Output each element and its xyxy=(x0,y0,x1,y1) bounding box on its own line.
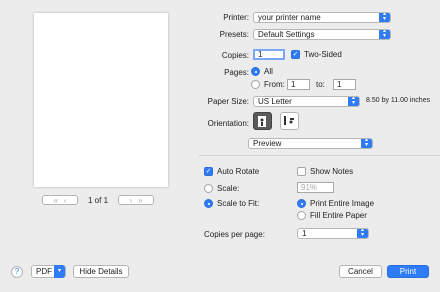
print-entire-image-option[interactable]: Print Entire Image xyxy=(297,199,374,208)
orientation-portrait-button[interactable] xyxy=(253,112,272,130)
copies-label: Copies: xyxy=(221,51,249,60)
next-last-page-group: › » xyxy=(118,195,155,205)
first-page-icon[interactable]: « xyxy=(53,196,57,205)
page-preview xyxy=(34,13,168,187)
page-navigation: « ‹ 1 of 1 › » xyxy=(42,194,162,206)
printer-label: Printer: xyxy=(223,13,249,22)
hide-details-label: Hide Details xyxy=(79,267,123,276)
print-button[interactable]: Print xyxy=(387,265,429,278)
fill-entire-paper-radio[interactable] xyxy=(297,211,306,220)
fill-entire-paper-option[interactable]: Fill Entire Paper xyxy=(297,211,367,220)
printer-value: your printer name xyxy=(258,13,321,22)
cancel-button[interactable]: Cancel xyxy=(339,265,382,278)
pages-from-field[interactable]: 1 xyxy=(287,79,310,90)
fill-entire-paper-label: Fill Entire Paper xyxy=(310,211,367,220)
pages-all-label: All xyxy=(264,67,273,76)
pages-to-value: 1 xyxy=(337,80,342,89)
paper-size-select[interactable]: US Letter ▴ ▾ xyxy=(253,96,360,107)
chevron-down-icon: ▾ xyxy=(54,265,65,278)
auto-rotate-option[interactable]: ✓ Auto Rotate xyxy=(204,167,259,176)
pages-to-field[interactable]: 1 xyxy=(333,79,356,90)
section-stepper-icon: ▴ ▾ xyxy=(361,139,372,148)
scale-radio[interactable] xyxy=(204,184,213,193)
pdf-label: PDF xyxy=(36,267,52,276)
presets-value: Default Settings xyxy=(258,30,315,39)
copies-per-page-value: 1 xyxy=(302,229,307,238)
pages-from-value: 1 xyxy=(291,80,296,89)
copies-field[interactable]: 1 xyxy=(253,49,285,60)
scale-label: Scale: xyxy=(217,184,240,193)
pages-label: Pages: xyxy=(224,68,249,77)
two-sided-option[interactable]: ✓ Two-Sided xyxy=(291,50,342,59)
show-notes-label: Show Notes xyxy=(310,167,354,176)
paper-dimensions: 8.50 by 11.00 inches xyxy=(366,97,431,104)
pages-to-label: to: xyxy=(316,80,325,89)
copies-value: 1 xyxy=(258,50,263,59)
help-icon: ? xyxy=(14,267,20,276)
pages-all-option[interactable]: All xyxy=(251,67,273,76)
pages-all-radio[interactable] xyxy=(251,67,260,76)
scale-to-fit-radio[interactable] xyxy=(204,199,213,208)
section-select[interactable]: Preview ▴ ▾ xyxy=(248,138,373,149)
landscape-icon xyxy=(284,116,294,125)
paper-size-label: Paper Size: xyxy=(207,97,249,106)
copies-per-page-select[interactable]: 1 ▴ ▾ xyxy=(297,228,369,239)
pages-range-option[interactable]: From: xyxy=(251,80,285,89)
show-notes-option[interactable]: Show Notes xyxy=(297,167,353,176)
presets-label: Presets: xyxy=(219,30,249,39)
pages-from-label: From: xyxy=(264,80,285,89)
section-divider xyxy=(199,155,440,156)
scale-to-fit-option[interactable]: Scale to Fit: xyxy=(204,199,259,208)
pages-from-radio[interactable] xyxy=(251,80,260,89)
print-label: Print xyxy=(399,267,417,276)
two-sided-label: Two-Sided xyxy=(304,50,342,59)
page-indicator: 1 of 1 xyxy=(88,195,109,205)
hide-details-button[interactable]: Hide Details xyxy=(73,265,129,278)
auto-rotate-checkbox[interactable]: ✓ xyxy=(204,167,213,176)
orientation-landscape-button[interactable] xyxy=(280,112,299,130)
first-previous-page-group: « ‹ xyxy=(42,195,78,205)
scale-field[interactable]: 91% xyxy=(297,182,334,193)
presets-select[interactable]: Default Settings ▴ ▾ xyxy=(253,29,391,40)
help-button[interactable]: ? xyxy=(11,266,23,278)
section-value: Preview xyxy=(253,139,282,148)
scale-option[interactable]: Scale: xyxy=(204,184,239,193)
last-page-icon[interactable]: » xyxy=(138,196,142,205)
cancel-label: Cancel xyxy=(348,267,373,276)
scale-to-fit-label: Scale to Fit: xyxy=(217,199,260,208)
print-entire-image-label: Print Entire Image xyxy=(310,199,375,208)
copies-per-page-stepper-icon: ▴ ▾ xyxy=(357,229,368,238)
presets-stepper-icon: ▴ ▾ xyxy=(379,30,390,39)
scale-value: 91% xyxy=(301,183,318,192)
paper-size-stepper-icon: ▴ ▾ xyxy=(348,97,359,106)
pdf-menu-button[interactable]: PDF ▾ xyxy=(31,265,66,278)
printer-stepper-icon: ▴ ▾ xyxy=(379,13,390,22)
printer-select[interactable]: your printer name ▴ ▾ xyxy=(253,12,391,23)
print-entire-image-radio[interactable] xyxy=(297,199,306,208)
auto-rotate-label: Auto Rotate xyxy=(217,167,260,176)
two-sided-checkbox[interactable]: ✓ xyxy=(291,50,300,59)
next-page-icon[interactable]: › xyxy=(129,196,132,205)
copies-per-page-label: Copies per page: xyxy=(204,230,265,239)
portrait-icon xyxy=(258,116,266,127)
paper-size-value: US Letter xyxy=(258,97,292,106)
previous-page-icon[interactable]: ‹ xyxy=(64,196,67,205)
show-notes-checkbox[interactable] xyxy=(297,167,306,176)
orientation-label: Orientation: xyxy=(207,119,249,128)
